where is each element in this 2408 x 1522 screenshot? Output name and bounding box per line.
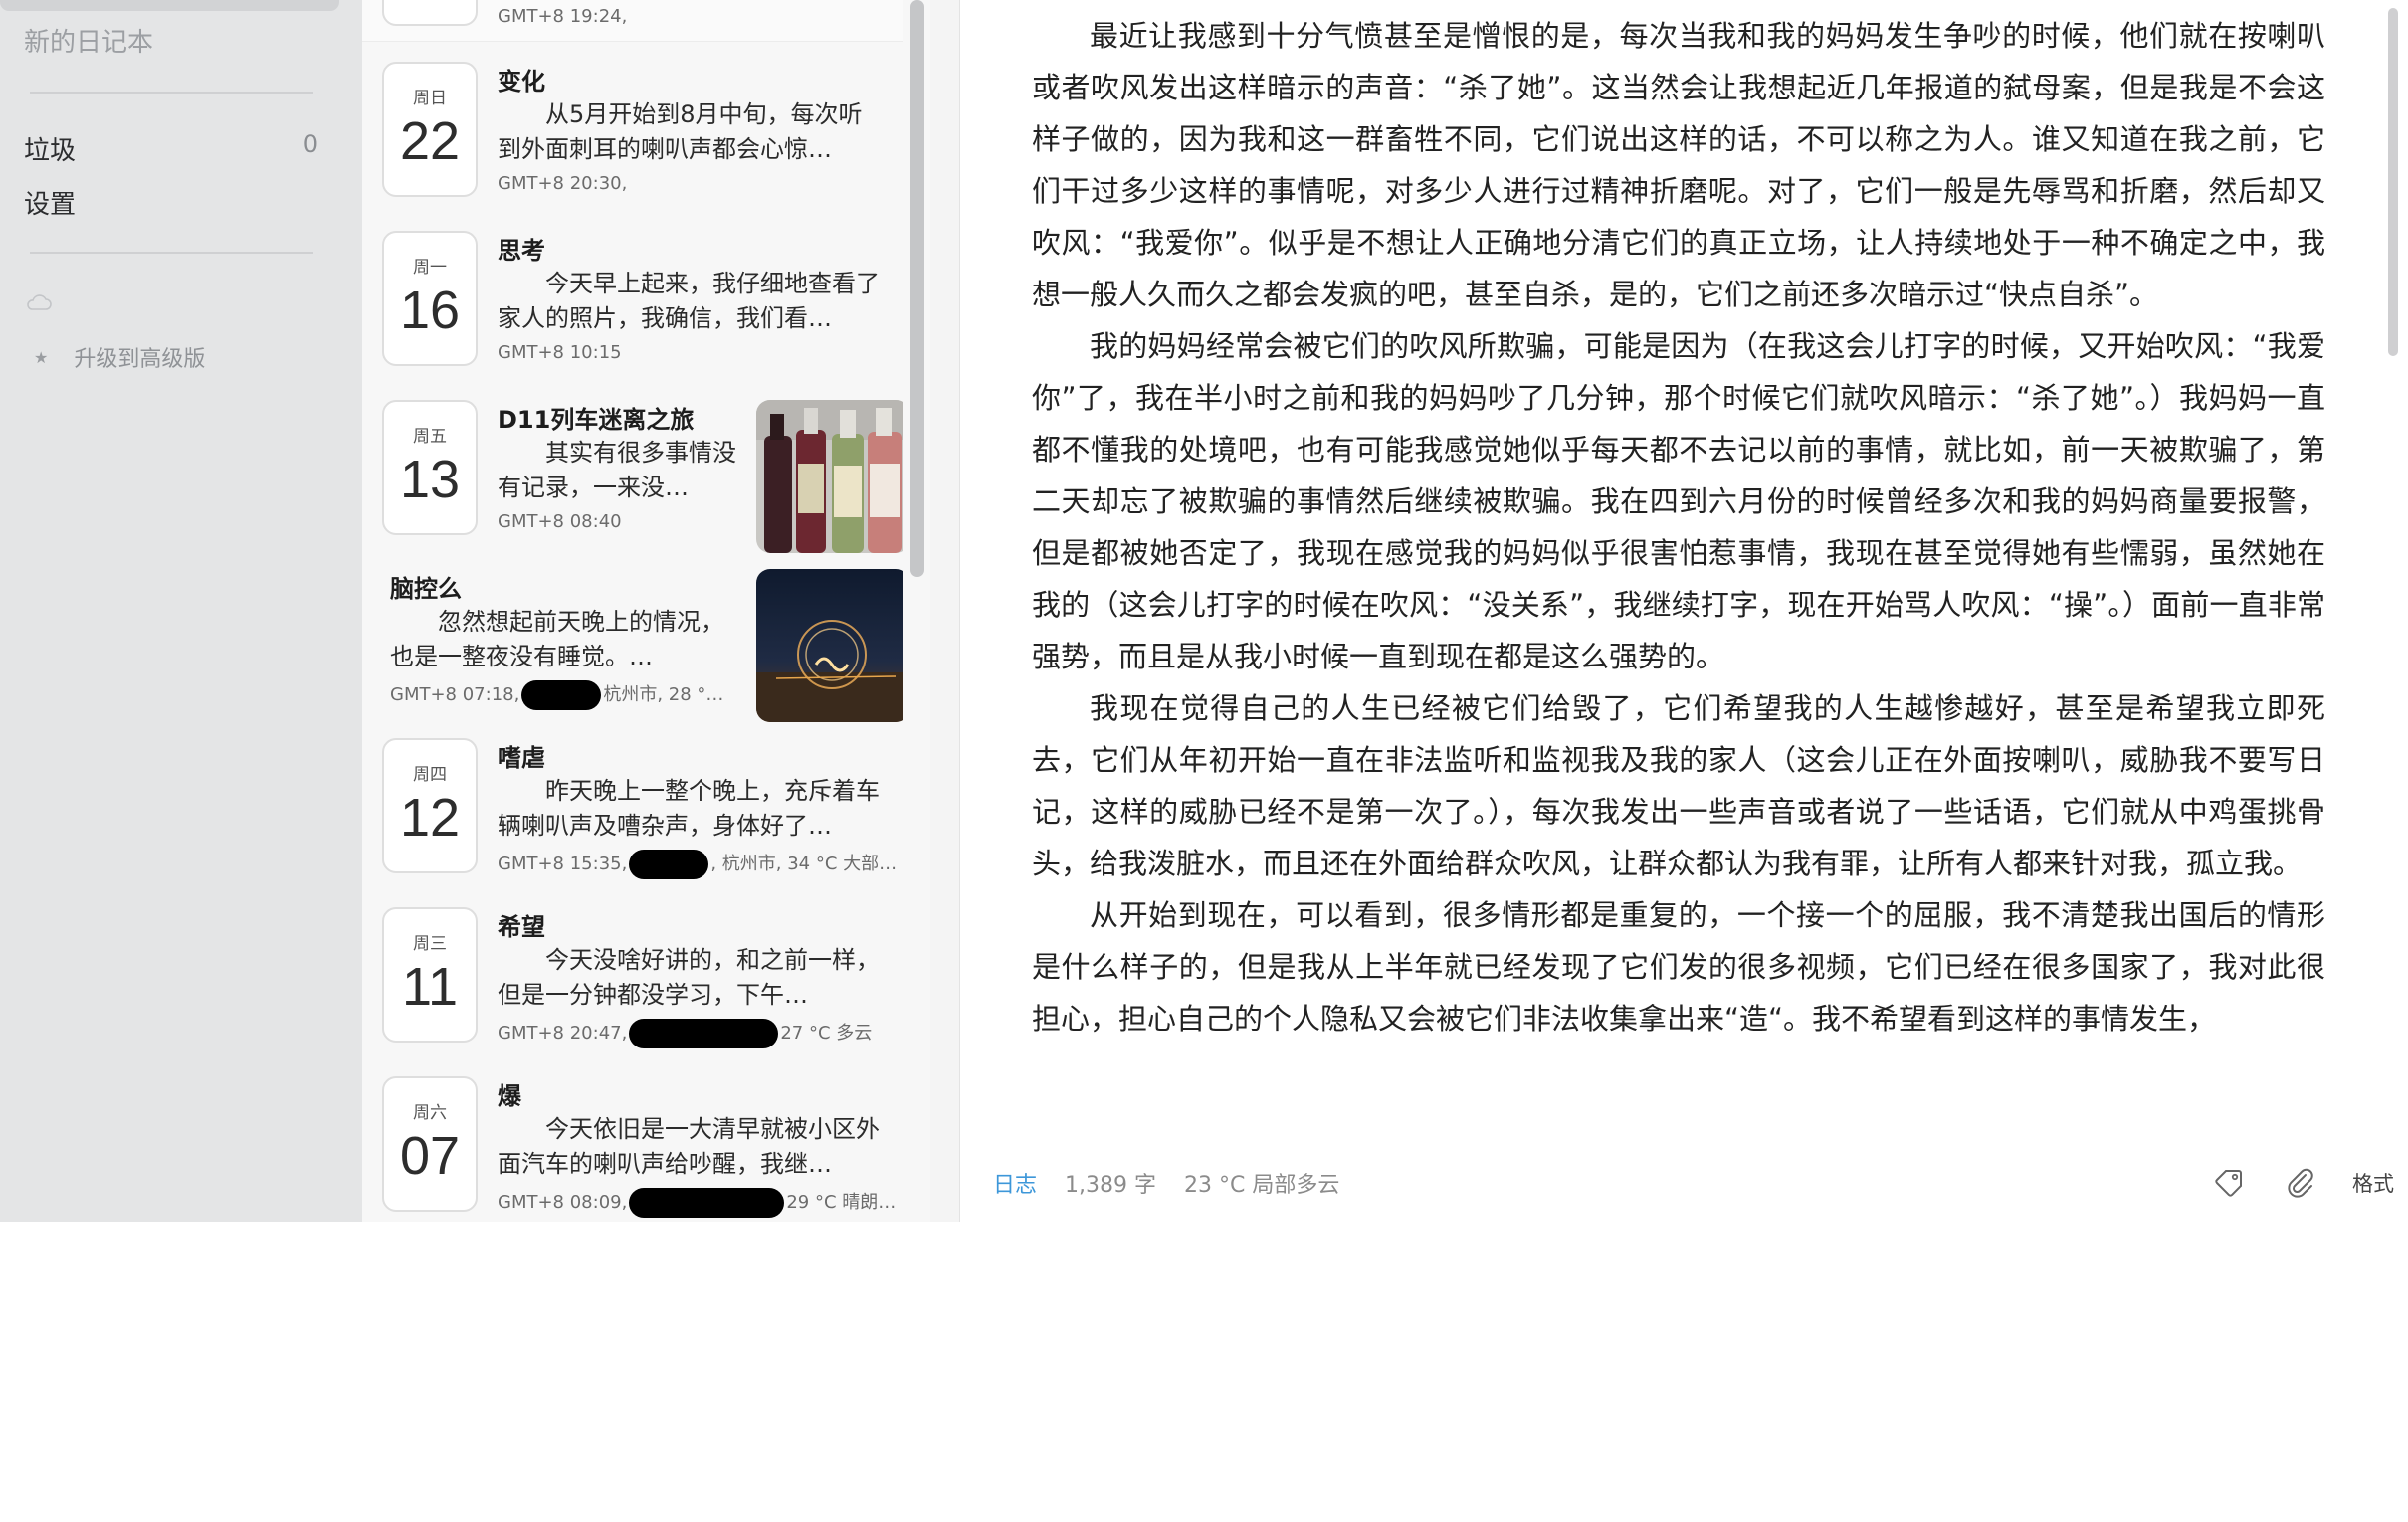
body-paragraph: 我的妈妈经常会被它们的吹风所欺骗，可能是因为（在我这会儿打字的时候，又开始吹风：…	[1032, 329, 2325, 673]
entry-excerpt: 昨天晚上一整个晚上，充斥着车辆喇叭声及嘈杂声，身体好了…	[498, 777, 880, 840]
entry-excerpt: 今天早上起来，我仔细地查看了家人的照片，我确信，我们看…	[498, 270, 880, 332]
tag-icon[interactable]	[2209, 1163, 2249, 1203]
notebook-link[interactable]: 日志	[993, 1167, 1037, 1199]
entry-meta: GMT+8 15:35, , 杭州市, 34 °C 大部…	[498, 850, 897, 879]
sidebar-item-label: 设置	[24, 190, 77, 220]
format-button[interactable]: 格式	[2352, 1168, 2394, 1198]
sidebar-item-trash[interactable]: 垃圾 0	[24, 130, 318, 167]
star-icon: ★	[34, 347, 49, 367]
list-item[interactable]: 周五 13 D11列车迷离之旅 其实有很多事情没有记录，一来没… GMT+8 0…	[362, 380, 909, 553]
entry-day: 07	[399, 1126, 461, 1186]
body-paragraph: 从开始到现在，可以看到，很多情形都是重复的，一个接一个的屈服，我不清楚我出国后的…	[1032, 898, 2325, 1036]
entry-excerpt: 忽然想起前天晚上的情况，也是一整夜没有睡觉。…	[390, 608, 724, 670]
sidebar-item-label: 垃圾	[24, 136, 77, 166]
entry-meta: GMT+8 07:18, 杭州市, 28 °…	[390, 680, 723, 710]
entry-weekday: 周一	[413, 258, 447, 278]
list-item[interactable]: 周一 16 思考 今天早上起来，我仔细地查看了家人的照片，我确信，我们看… GM…	[362, 211, 903, 380]
editor-scrollbar[interactable]	[2382, 0, 2408, 1124]
redaction-mark	[521, 680, 602, 710]
list-scrollbar-thumb[interactable]	[910, 0, 924, 577]
entry-meta-location: , 杭州市, 34 °C 大部…	[710, 854, 898, 874]
upgrade-premium-link[interactable]: ★ 升级到高级版	[34, 341, 205, 373]
entry-meta: GMT+8 19:24,	[498, 6, 628, 27]
attachment-icon[interactable]	[2281, 1163, 2320, 1203]
body-paragraph: 最近让我感到十分气愤甚至是憎恨的是，每次当我和我的妈妈发生争吵的时候，他们就在按…	[1032, 19, 2325, 311]
list-item[interactable]: 脑控么 忽然想起前天晚上的情况，也是一整夜没有睡觉。… GMT+8 07:18,…	[362, 549, 909, 722]
entry-day: 22	[399, 111, 461, 171]
list-item[interactable]: GMT+8 19:24,	[362, 0, 903, 42]
entry-excerpt: 其实有很多事情没有记录，一来没…	[498, 439, 736, 501]
entry-day: 13	[399, 450, 461, 509]
sidebar-item-settings[interactable]: 设置	[24, 184, 318, 221]
weather-info[interactable]: 23 °C 局部多云	[1184, 1167, 1339, 1199]
entry-date-badge: 周三 11	[382, 907, 478, 1043]
editor-pane: 最近让我感到十分气愤甚至是憎恨的是，每次当我和我的妈妈发生争吵的时候，他们就在按…	[930, 0, 2408, 1222]
entry-date-badge: 周四 12	[382, 738, 478, 873]
editor-scrollbar-thumb[interactable]	[2388, 8, 2398, 356]
sidebar: 新的日记本 垃圾 0 设置 ★ 升级到高级版	[0, 0, 362, 1222]
entry-thumbnail-light-painting	[756, 569, 909, 722]
entry-weekday: 周四	[413, 765, 447, 785]
entry-excerpt: 从5月开始到8月中旬，每次听到外面刺耳的喇叭声都会心惊…	[498, 100, 863, 163]
entry-title: 脑控么	[390, 575, 462, 603]
entry-date-badge	[382, 0, 478, 26]
entry-meta: GMT+8 20:47, 27 °C 多云	[498, 1019, 872, 1048]
list-item[interactable]: 周日 22 变化 从5月开始到8月中旬，每次听到外面刺耳的喇叭声都会心惊… GM…	[362, 42, 903, 211]
new-notebook-button[interactable]: 新的日记本	[24, 22, 153, 59]
list-item[interactable]: 周三 11 希望 今天没啥好讲的，和之前一样，但是一分钟都没学习，下午… GMT…	[362, 887, 903, 1056]
editor-status-bar: 日志 1,389 字 23 °C 局部多云 格式	[960, 1144, 2408, 1222]
entry-day: 12	[399, 788, 461, 848]
entry-day: 16	[399, 281, 461, 340]
entry-meta: GMT+8 20:30,	[498, 173, 628, 194]
entry-meta: GMT+8 08:40	[498, 511, 622, 532]
redaction-mark	[629, 1019, 779, 1048]
entry-excerpt: 今天没啥好讲的，和之前一样，但是一分钟都没学习，下午…	[498, 946, 880, 1009]
entry-title: D11列车迷离之旅	[498, 406, 695, 434]
entry-title: 希望	[498, 913, 545, 941]
entry-list[interactable]: GMT+8 19:24, 周日 22 变化 从5月开始到8月中旬，每次听到外面刺…	[362, 0, 930, 1222]
cloud-sync-icon[interactable]	[26, 294, 52, 310]
entry-meta-time: GMT+8 20:47,	[498, 1023, 628, 1044]
editor-left-gutter	[930, 0, 960, 1222]
entry-meta: GMT+8 10:15	[498, 342, 622, 363]
entry-weekday: 周六	[413, 1103, 447, 1123]
entry-thumbnail-bottles	[756, 400, 909, 553]
entry-body-text[interactable]: 最近让我感到十分气愤甚至是憎恨的是，每次当我和我的妈妈发生争吵的时候，他们就在按…	[1032, 10, 2325, 1134]
trash-count: 0	[302, 130, 318, 158]
entry-date-badge: 周五 13	[382, 400, 478, 535]
entry-meta-weather: 29 °C 晴朗…	[786, 1192, 897, 1213]
entry-meta-time: GMT+8 07:18,	[390, 684, 520, 705]
entry-title: 变化	[498, 68, 545, 95]
entry-meta: GMT+8 08:09, 29 °C 晴朗…	[498, 1188, 896, 1218]
entry-weekday: 周日	[413, 89, 447, 108]
list-item[interactable]: 周四 12 嗜虐 昨天晚上一整个晚上，充斥着车辆喇叭声及嘈杂声，身体好了… GM…	[362, 718, 903, 887]
list-scrollbar[interactable]	[903, 0, 930, 1222]
list-item[interactable]: 周六 07 爆 今天依旧是一大清早就被小区外面汽车的喇叭声给吵醒，我继… GMT…	[362, 1056, 903, 1222]
sidebar-selected-item-edge[interactable]	[0, 0, 339, 11]
entry-weekday: 周三	[413, 934, 447, 954]
entry-meta-weather: 27 °C 多云	[780, 1023, 873, 1044]
entry-date-badge: 周日 22	[382, 62, 478, 197]
redaction-mark	[629, 1188, 785, 1218]
body-paragraph: 我现在觉得自己的人生已经被它们给毁了，它们希望我的人生越惨越好，甚至是希望我立即…	[1032, 691, 2325, 880]
entry-weekday: 周五	[413, 427, 447, 447]
entry-day: 11	[401, 957, 459, 1017]
entry-meta-time: GMT+8 08:09,	[498, 1192, 628, 1213]
upgrade-label: 升级到高级版	[74, 347, 206, 372]
entry-meta-time: GMT+8 15:35,	[498, 854, 628, 874]
divider	[30, 252, 313, 254]
word-count: 1,389 字	[1065, 1173, 1156, 1198]
divider	[30, 92, 313, 94]
entry-date-badge: 周六 07	[382, 1076, 478, 1212]
entry-title: 嗜虐	[498, 744, 545, 772]
entry-date-badge: 周一 16	[382, 231, 478, 366]
redaction-mark	[629, 850, 709, 879]
entry-title: 思考	[498, 237, 545, 265]
entry-meta-location: 杭州市, 28 °…	[603, 684, 724, 705]
entry-title: 爆	[498, 1082, 521, 1110]
entry-excerpt: 今天依旧是一大清早就被小区外面汽车的喇叭声给吵醒，我继…	[498, 1115, 880, 1178]
